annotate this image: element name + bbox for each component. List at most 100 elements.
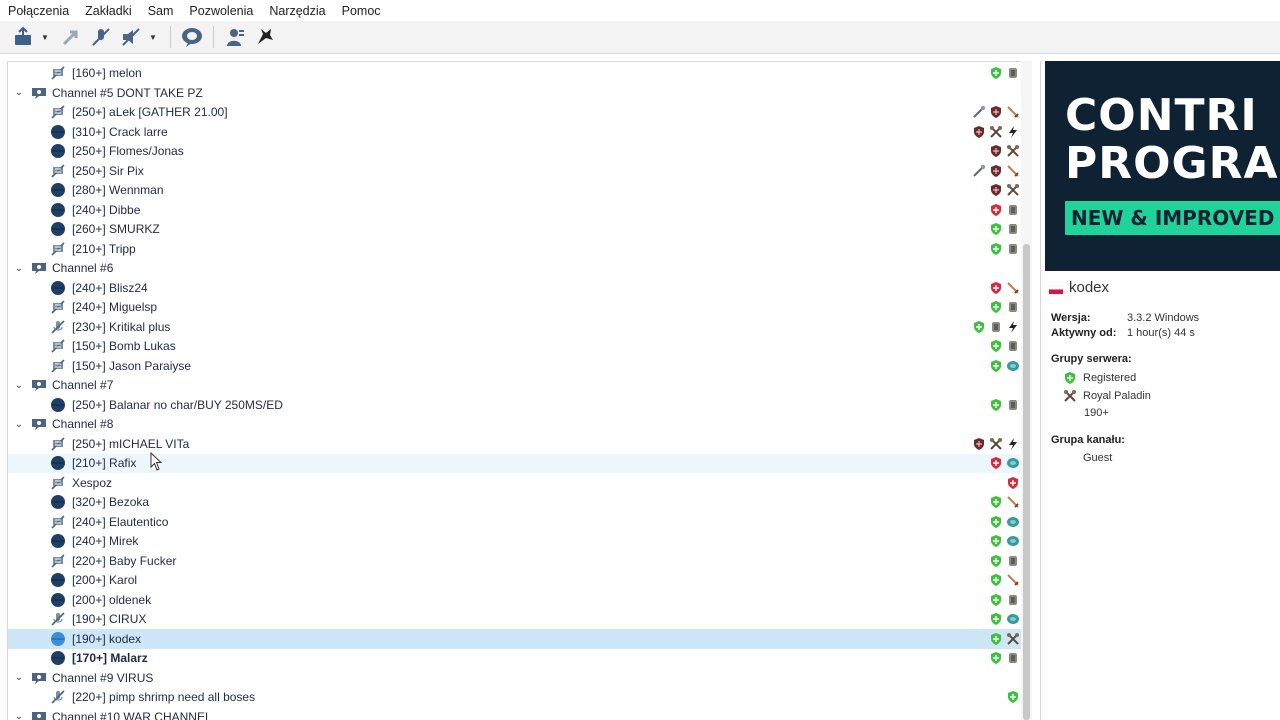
toolbar-separator: [213, 26, 214, 48]
client-row[interactable]: [310+] Crack larre: [8, 122, 1032, 142]
gray-armor-icon: [1009, 224, 1017, 235]
client-name: [240+] Dibbe: [72, 202, 141, 217]
client-row[interactable]: [320+] Bezoka: [8, 493, 1032, 513]
client-row[interactable]: [250+] Sir Pix: [8, 161, 1032, 181]
bolt-icon: [1009, 437, 1017, 450]
green-shield-icon: [991, 593, 1001, 606]
client-row[interactable]: [250+] aLek [GATHER 21.00]: [8, 103, 1032, 123]
contacts-button[interactable]: [222, 24, 248, 50]
dark-shield-icon: [991, 164, 1001, 177]
active-label: Aktywny od:: [1051, 327, 1117, 339]
green-shield-icon: [991, 496, 1001, 509]
channel-row[interactable]: ⌄ Channel #6: [8, 259, 1032, 279]
menu-connections[interactable]: Połączenia: [8, 4, 69, 18]
client-row[interactable]: [210+] Tripp: [8, 239, 1032, 259]
tree-scrollbar-thumb[interactable]: [1023, 244, 1030, 720]
channel-name: Channel #8: [52, 417, 114, 432]
red-shield-icon: [991, 281, 1001, 294]
client-row[interactable]: [190+] kodex: [8, 629, 1032, 649]
client-row[interactable]: [250+] Flomes/Jonas: [8, 142, 1032, 162]
client-row[interactable]: [200+] oldenek: [8, 590, 1032, 610]
connect-dropdown[interactable]: ▼: [40, 24, 50, 50]
group-badges: [972, 164, 1020, 178]
expand-arrow-icon[interactable]: ⌄: [13, 672, 25, 683]
chat-button[interactable]: [179, 24, 205, 50]
menu-self[interactable]: Sam: [148, 4, 174, 18]
client-name: [150+] Bomb Lukas: [72, 339, 176, 354]
client-row[interactable]: [240+] Blisz24: [8, 278, 1032, 298]
channel-row[interactable]: ⌄ Channel #8: [8, 415, 1032, 435]
client-row[interactable]: [150+] Jason Paraiyse: [8, 356, 1032, 376]
expand-arrow-icon[interactable]: ⌄: [13, 263, 25, 274]
expand-arrow-icon[interactable]: ⌄: [13, 87, 25, 98]
expand-arrow-icon[interactable]: ⌄: [13, 419, 25, 430]
speakers-dropdown[interactable]: ▼: [148, 24, 158, 50]
channel-row[interactable]: ⌄ Channel #5 DONT TAKE PZ: [8, 83, 1032, 103]
channel-row[interactable]: ⌄ Channel #9 VIRUS: [8, 668, 1032, 688]
red-shield-icon: [991, 203, 1001, 216]
client-name: [150+] Jason Paraiyse: [72, 358, 192, 373]
connect-button[interactable]: [10, 24, 36, 50]
group-badges: [972, 437, 1020, 451]
client-name: [250+] mICHAEL VITa: [72, 436, 190, 451]
idle-user-icon: [51, 397, 65, 412]
menu-permissions[interactable]: Pozwolenia: [189, 4, 253, 18]
gray-armor-icon: [1009, 555, 1017, 566]
client-name: [240+] Elautentico: [72, 514, 169, 529]
client-row[interactable]: [250+] Balanar no char/BUY 250MS/ED: [8, 395, 1032, 415]
sword-icon: [1007, 574, 1019, 586]
client-row[interactable]: [160+] melon: [8, 64, 1032, 84]
group-badges: [989, 554, 1020, 568]
muted-user-icon: [51, 476, 65, 490]
client-row[interactable]: [240+] Miguelsp: [8, 298, 1032, 318]
client-row[interactable]: [150+] Bomb Lukas: [8, 337, 1032, 357]
away-user-icon: [51, 690, 65, 704]
green-shield-icon: [991, 301, 1001, 314]
idle-user-icon: [51, 183, 65, 198]
client-row[interactable]: [240+] Dibbe: [8, 200, 1032, 220]
expand-arrow-icon[interactable]: ⌄: [13, 380, 25, 391]
green-shield-icon: [991, 242, 1001, 255]
toolbar: ▼ ▼: [0, 21, 1280, 54]
client-row[interactable]: [190+] CIRUX: [8, 610, 1032, 630]
client-row[interactable]: [220+] Baby Fucker: [8, 551, 1032, 571]
client-row[interactable]: [220+] pimp shrimp need all boses: [8, 688, 1032, 708]
client-name: [190+] CIRUX: [72, 612, 147, 627]
muted-user-icon: [51, 339, 65, 353]
client-name: [160+] melon: [72, 66, 142, 81]
group-badges: [989, 573, 1020, 587]
cross-axes-icon: [990, 125, 1002, 138]
client-row[interactable]: [240+] Elautentico: [8, 512, 1032, 532]
server-banner[interactable]: CONTRI PROGRA NEW & IMPROVED: [1045, 61, 1280, 271]
client-row[interactable]: [280+] Wennman: [8, 181, 1032, 201]
menu-tools[interactable]: Narzędzia: [269, 4, 325, 18]
plugin-button[interactable]: [252, 24, 278, 50]
client-name: [250+] Sir Pix: [72, 163, 144, 178]
teal-orb-icon: [1007, 458, 1019, 469]
gray-armor-icon: [1009, 204, 1017, 215]
client-name: [210+] Tripp: [72, 241, 136, 256]
dark-shield-icon: [974, 125, 984, 138]
client-row[interactable]: [230+] Kritikal plus: [8, 317, 1032, 337]
mute-speakers-button[interactable]: [118, 24, 144, 50]
client-row[interactable]: [200+] Karol: [8, 571, 1032, 591]
mute-microphone-button[interactable]: [88, 24, 114, 50]
client-row[interactable]: [240+] Mirek: [8, 532, 1032, 552]
client-row[interactable]: Xespoz: [8, 473, 1032, 493]
menu-help[interactable]: Pomoc: [342, 4, 381, 18]
client-row[interactable]: [260+] SMURKZ: [8, 220, 1032, 240]
away-user-icon: [51, 320, 65, 334]
menu-bookmarks[interactable]: Zakładki: [85, 4, 132, 18]
client-row[interactable]: [170+] Malarz: [8, 649, 1032, 669]
teal-orb-icon: [1007, 614, 1019, 625]
away-button[interactable]: [58, 24, 84, 50]
tree-scrollbar[interactable]: [1021, 61, 1032, 720]
group-badges: [989, 203, 1020, 217]
channel-tree[interactable]: [160+] melon ⌄ Channel #5 DONT TAKE PZ [250…: [7, 61, 1032, 720]
group-badges: [1006, 690, 1020, 704]
client-row[interactable]: [250+] mICHAEL VITa: [8, 434, 1032, 454]
channel-row[interactable]: ⌄ Channel #10 WAR CHANNEL: [8, 707, 1032, 720]
channel-row[interactable]: ⌄ Channel #7: [8, 376, 1032, 396]
expand-arrow-icon[interactable]: ⌄: [13, 711, 25, 720]
dark-shield-icon: [974, 437, 984, 450]
